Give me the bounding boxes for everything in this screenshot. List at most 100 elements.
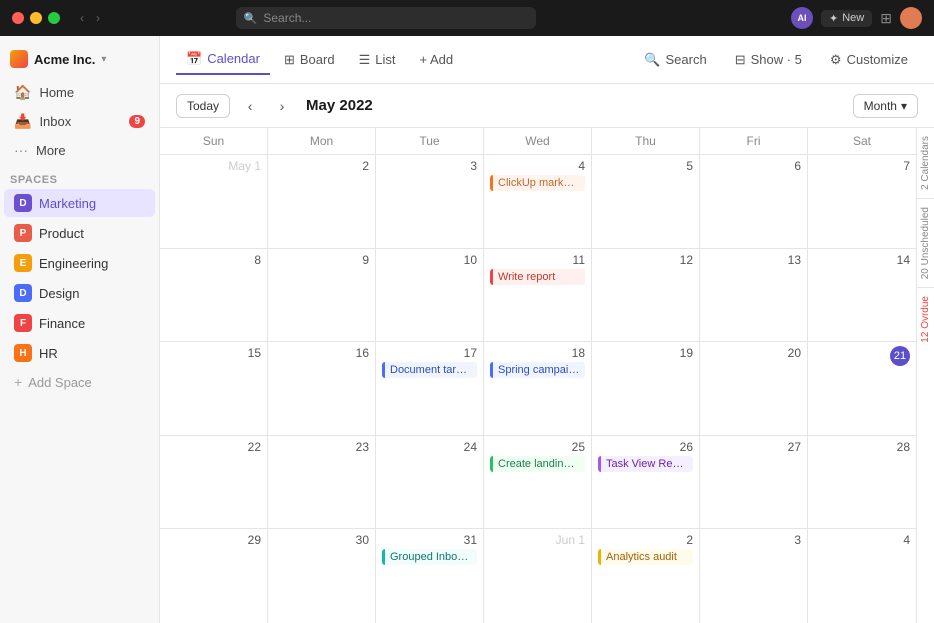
cal-cell-may27[interactable]: 27: [700, 436, 808, 529]
side-panel[interactable]: 2 Calendars 20 Unscheduled 12 Ovrdue: [916, 128, 934, 623]
day-header-sun: Sun: [160, 128, 268, 154]
event-clickup-marketing[interactable]: ClickUp marketing plan: [490, 175, 585, 191]
day-num: 8: [166, 253, 261, 267]
add-view-button[interactable]: + Add: [409, 46, 463, 73]
marketing-dot: D: [14, 194, 32, 212]
home-icon: 🏠: [14, 84, 31, 101]
cal-cell-may14[interactable]: 14: [808, 249, 916, 342]
cal-cell-may8[interactable]: 8: [160, 249, 268, 342]
day-num: 20: [706, 346, 801, 360]
sidebar-item-marketing[interactable]: D Marketing: [4, 189, 155, 217]
event-create-landing-page[interactable]: Create landing page: [490, 456, 585, 472]
calendar-row-2: 8 9 10 11 Write report 12 13 14: [160, 249, 916, 343]
back-arrow[interactable]: ‹: [76, 9, 88, 27]
event-analytics-audit[interactable]: Analytics audit: [598, 549, 693, 565]
prev-month-button[interactable]: ‹: [238, 94, 262, 118]
cal-cell-may21[interactable]: 21: [808, 342, 916, 435]
cal-cell-may15[interactable]: 15: [160, 342, 268, 435]
chevron-down-icon: ▾: [101, 54, 106, 65]
cal-cell-jun4[interactable]: 4: [808, 529, 916, 623]
day-num: 9: [274, 253, 369, 267]
workspace-selector[interactable]: Acme Inc. ▾: [0, 44, 159, 74]
cal-cell-may19[interactable]: 19: [592, 342, 700, 435]
cal-cell-may13[interactable]: 13: [700, 249, 808, 342]
cal-cell-may18[interactable]: 18 Spring campaign image assets: [484, 342, 592, 435]
grid-icon[interactable]: ⊞: [880, 10, 892, 27]
cal-cell-may22[interactable]: 22: [160, 436, 268, 529]
cal-cell-may20[interactable]: 20: [700, 342, 808, 435]
calendar-wrapper: Sun Mon Tue Wed Thu Fri Sat May 1 2 3: [160, 128, 934, 623]
event-task-view-redesign[interactable]: Task View Redesign: [598, 456, 693, 472]
day-num: 3: [382, 159, 477, 173]
add-space-button[interactable]: + Add Space: [4, 369, 155, 395]
hr-dot: H: [14, 344, 32, 362]
cal-cell-may12[interactable]: 12: [592, 249, 700, 342]
sidebar-item-home[interactable]: 🏠 Home: [4, 79, 155, 106]
cal-cell-jun2[interactable]: 2 Analytics audit: [592, 529, 700, 623]
cal-cell-may24[interactable]: 24: [376, 436, 484, 529]
cal-cell-may4[interactable]: 4 ClickUp marketing plan: [484, 155, 592, 248]
cal-cell-may6[interactable]: 6: [700, 155, 808, 248]
cal-cell-may28[interactable]: 28: [808, 436, 916, 529]
sidebar-item-finance[interactable]: F Finance: [4, 309, 155, 337]
cal-cell-may11[interactable]: 11 Write report: [484, 249, 592, 342]
tab-calendar[interactable]: 📅 Calendar: [176, 45, 270, 75]
star-icon: ✦: [829, 12, 838, 25]
day-header-tue: Tue: [376, 128, 484, 154]
cal-cell-may1[interactable]: May 1: [160, 155, 268, 248]
show-icon: ⊟: [735, 52, 746, 68]
user-avatar[interactable]: [900, 7, 922, 29]
day-num: 14: [814, 253, 910, 267]
show-button[interactable]: ⊟ Show · 5: [725, 47, 812, 73]
sidebar-item-product[interactable]: P Product: [4, 219, 155, 247]
sidebar-item-more[interactable]: ··· More: [4, 137, 155, 163]
calendar-header: Sun Mon Tue Wed Thu Fri Sat: [160, 128, 916, 155]
event-spring-campaign[interactable]: Spring campaign image assets: [490, 362, 585, 378]
maximize-button[interactable]: [48, 12, 60, 24]
cal-cell-may31[interactable]: 31 Grouped Inbox Comments: [376, 529, 484, 623]
cal-cell-may26[interactable]: 26 Task View Redesign: [592, 436, 700, 529]
cal-cell-may17[interactable]: 17 Document target users: [376, 342, 484, 435]
month-view-button[interactable]: Month ▾: [853, 94, 918, 118]
cal-cell-may16[interactable]: 16: [268, 342, 376, 435]
tab-list[interactable]: ☰ List: [349, 46, 406, 74]
next-month-button[interactable]: ›: [270, 94, 294, 118]
event-document-target-users[interactable]: Document target users: [382, 362, 477, 378]
day-num: 13: [706, 253, 801, 267]
day-num: 4: [490, 159, 585, 173]
sidebar-item-engineering[interactable]: E Engineering: [4, 249, 155, 277]
sidebar-item-inbox[interactable]: 📥 Inbox 9: [4, 108, 155, 135]
cal-cell-jun1[interactable]: Jun 1: [484, 529, 592, 623]
day-num: 2: [598, 533, 693, 547]
cal-cell-jun3[interactable]: 3: [700, 529, 808, 623]
cal-cell-may30[interactable]: 30: [268, 529, 376, 623]
board-icon: ⊞: [284, 52, 295, 68]
cal-cell-may9[interactable]: 9: [268, 249, 376, 342]
customize-button[interactable]: ⚙ Customize: [820, 47, 918, 73]
cal-cell-may5[interactable]: 5: [592, 155, 700, 248]
cal-cell-may25[interactable]: 25 Create landing page: [484, 436, 592, 529]
new-button[interactable]: ✦ New: [821, 10, 872, 27]
cal-cell-may29[interactable]: 29: [160, 529, 268, 623]
forward-arrow[interactable]: ›: [92, 9, 104, 27]
cal-cell-may23[interactable]: 23: [268, 436, 376, 529]
cal-cell-may10[interactable]: 10: [376, 249, 484, 342]
minimize-button[interactable]: [30, 12, 42, 24]
cal-cell-may3[interactable]: 3: [376, 155, 484, 248]
titlebar-search[interactable]: 🔍 Search...: [236, 7, 536, 29]
ai-badge[interactable]: AI: [791, 7, 813, 29]
event-grouped-inbox[interactable]: Grouped Inbox Comments: [382, 549, 477, 565]
finance-dot: F: [14, 314, 32, 332]
tab-board[interactable]: ⊞ Board: [274, 46, 345, 74]
search-icon: 🔍: [244, 12, 258, 25]
day-num: 25: [490, 440, 585, 454]
today-button[interactable]: Today: [176, 94, 230, 118]
day-num: 18: [490, 346, 585, 360]
cal-cell-may7[interactable]: 7: [808, 155, 916, 248]
sidebar-item-design[interactable]: D Design: [4, 279, 155, 307]
event-write-report[interactable]: Write report: [490, 269, 585, 285]
cal-cell-may2[interactable]: 2: [268, 155, 376, 248]
search-button[interactable]: 🔍 Search: [634, 47, 716, 73]
close-button[interactable]: [12, 12, 24, 24]
sidebar-item-hr[interactable]: H HR: [4, 339, 155, 367]
